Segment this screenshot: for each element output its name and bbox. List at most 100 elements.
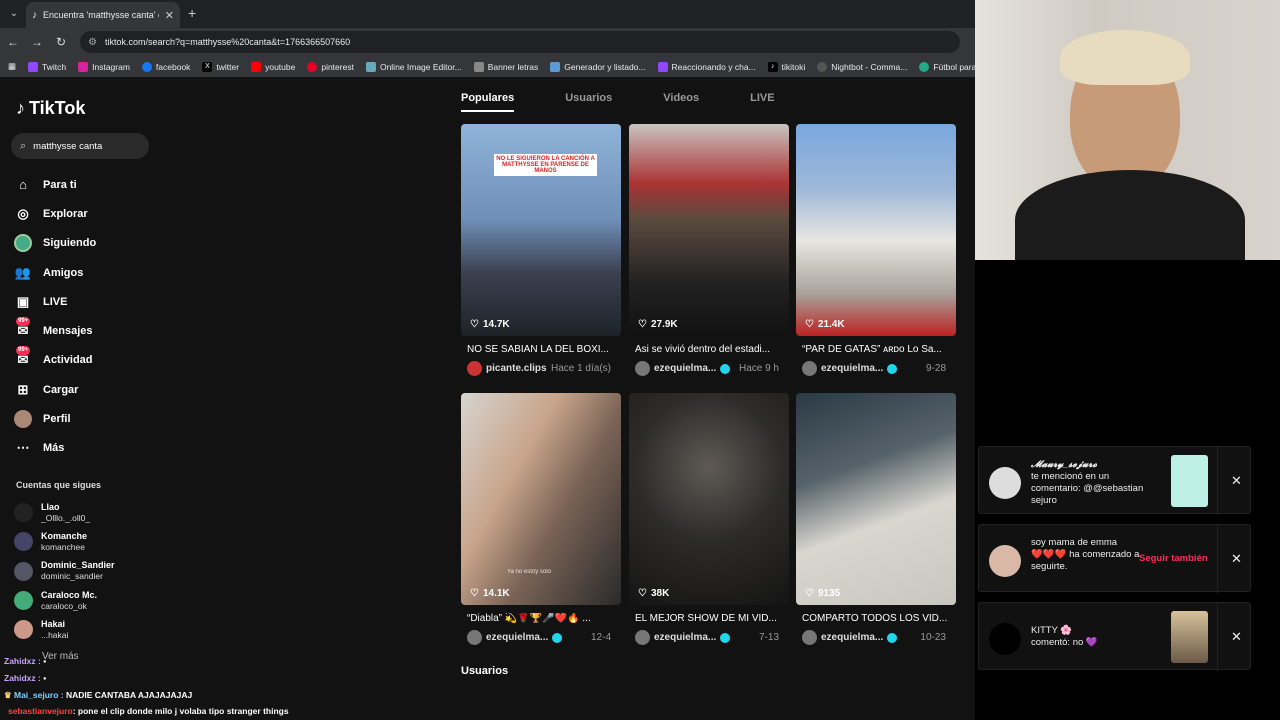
close-icon[interactable]: ✕ — [1231, 473, 1242, 489]
video-thumbnail[interactable]: ♡ 21.4K — [796, 124, 956, 336]
following-item[interactable]: Hakai ...hakai — [14, 615, 115, 644]
following-item[interactable]: Caraloco Mc. caraloco_ok — [14, 586, 115, 615]
sidebar-item-live[interactable]: ▣ LIVE — [14, 287, 96, 316]
avatar — [467, 630, 482, 645]
video-card[interactable]: ♡ 38K EL MEJOR SHOW DE MI VID... ezequiel… — [629, 393, 789, 645]
sidebar-item-para-ti[interactable]: ⌂ Para ti — [14, 170, 96, 199]
emote-icon: ▪ — [43, 673, 47, 683]
browser-tab[interactable]: ♪ Encuentra 'matthysse canta' en ✕ — [26, 2, 180, 28]
bookmark-youtube[interactable]: youtube — [251, 61, 295, 72]
facebook-icon — [141, 61, 152, 72]
video-title: COMPARTO TODOS LOS VID... — [802, 613, 948, 624]
futbol-icon — [919, 61, 930, 72]
avatar — [14, 561, 33, 581]
notification-thumbnail[interactable] — [1171, 455, 1208, 507]
sidebar-item-explorar[interactable]: ◎ Explorar — [14, 199, 96, 228]
bookmark-twitter[interactable]: Xtwitter — [202, 61, 239, 72]
twitch-icon — [657, 61, 668, 72]
video-card[interactable]: ♡ 21.4K “PAR DE GATAS” ᴀʀᴅᴏ Lo Sa... ezeq… — [796, 124, 956, 376]
forward-icon[interactable]: → — [26, 35, 48, 49]
bookmark-futbol[interactable]: Fútbol para Todos — [919, 61, 975, 72]
follow-back-button[interactable]: Seguir también — [1139, 553, 1208, 564]
video-card[interactable]: Ya no estoy solo ♡ 14.1K “Diabla” 💫🌹🏆🎤❤️🔥… — [461, 393, 621, 645]
heart-icon: ♡ — [470, 588, 479, 599]
username[interactable]: ezequielma... — [654, 363, 716, 374]
video-thumbnail[interactable]: ♡ 9135 — [796, 393, 956, 605]
profile-icon — [14, 410, 32, 429]
video-thumbnail[interactable]: ♡ 38K — [629, 393, 789, 605]
bookmark-tikitoki[interactable]: ♪ tikitoki — [767, 61, 805, 72]
video-card[interactable]: NO LE SIGUIERON LA CANCIÓN A MATTHYSSE E… — [461, 124, 621, 376]
bookmark-banner-letras[interactable]: Banner letras — [473, 61, 538, 72]
search-input[interactable]: ⌕ matthysse canta — [11, 133, 149, 159]
bookmark-pinterest[interactable]: pinterest — [307, 61, 354, 72]
video-card[interactable]: ♡ 27.9K Asi se vivió dentro del estadi...… — [629, 124, 789, 376]
video-thumbnail[interactable]: Ya no estoy solo ♡ 14.1K — [461, 393, 621, 605]
activity-icon: ✉ 99+ — [16, 346, 31, 368]
notification-thumbnail[interactable] — [1171, 611, 1208, 663]
avatar — [989, 545, 1021, 577]
following-list: Llao _Olllo._.oll0_ Komanche komanchee Dom… — [14, 498, 115, 644]
video-card[interactable]: ♡ 9135 COMPARTO TODOS LOS VID... ezequiel… — [796, 393, 956, 645]
video-thumbnail[interactable]: NO LE SIGUIERON LA CANCIÓN A MATTHYSSE E… — [461, 124, 621, 336]
username[interactable]: ezequielma... — [821, 632, 883, 643]
notification-card[interactable]: 𝓜𝓪𝓾𝓻𝔂_𝓼𝓮𝓳𝓾𝓻𝓸 te mencionó en un comentario… — [978, 446, 1251, 515]
video-title: EL MEJOR SHOW DE MI VID... — [635, 613, 777, 624]
messages-icon: ✉ 99+ — [16, 317, 31, 339]
url-text: tiktok.com/search?q=matthysse%20canta&t=… — [104, 37, 351, 47]
bookmark-facebook[interactable]: facebook — [141, 61, 190, 72]
close-icon[interactable]: ✕ — [1231, 629, 1242, 645]
verified-badge-icon — [552, 632, 563, 643]
back-icon[interactable]: ← — [2, 35, 24, 49]
bookmark-twitch[interactable]: Twitch — [28, 61, 66, 72]
heart-icon: ♡ — [638, 319, 647, 330]
sidebar-item-actividad[interactable]: ✉ 99+ Actividad — [14, 346, 96, 375]
address-bar[interactable]: ⚙ tiktok.com/search?q=matthysse%20canta&… — [80, 31, 960, 53]
bookmark-instagram[interactable]: Instagram — [78, 61, 130, 72]
sidebar-item-mensajes[interactable]: ✉ 99+ Mensajes — [14, 316, 96, 345]
sidebar-item-cargar[interactable]: ⊞ Cargar — [14, 375, 96, 404]
bookmark-online-image-editor[interactable]: Online Image Editor... — [365, 61, 462, 72]
username[interactable]: ezequielma... — [654, 632, 716, 643]
tab-live[interactable]: LIVE — [750, 92, 774, 112]
tab-title: Encuentra 'matthysse canta' en — [43, 10, 159, 20]
notification-name: KITTY 🌸 — [1031, 625, 1073, 636]
live-icon: ▣ — [16, 293, 30, 309]
site-info-icon[interactable]: ⚙ — [88, 37, 97, 48]
person-shirt — [1015, 170, 1245, 260]
video-overlay-caption: Ya no estoy solo — [507, 569, 551, 575]
avatar — [635, 630, 650, 645]
avatar — [14, 591, 33, 611]
sidebar-item-mas[interactable]: ⋯ Más — [14, 434, 96, 463]
tab-search-icon[interactable]: ⌄ — [6, 6, 22, 22]
sidebar-item-perfil[interactable]: Perfil — [14, 404, 96, 433]
close-icon[interactable]: ✕ — [1231, 551, 1242, 567]
notification-card[interactable]: KITTY 🌸 comentó: no 💜 ✕ — [978, 602, 1251, 671]
reload-icon[interactable]: ↻ — [50, 35, 72, 49]
see-more-link[interactable]: Ver más — [42, 651, 79, 662]
close-tab-icon[interactable]: ✕ — [165, 9, 174, 22]
video-thumbnail[interactable]: ♡ 27.9K — [629, 124, 789, 336]
bookmark-reaccionando[interactable]: Reaccionando y cha... — [657, 61, 756, 72]
tab-populares[interactable]: Populares — [461, 92, 515, 112]
username[interactable]: ezequielma... — [486, 632, 548, 643]
tab-usuarios[interactable]: Usuarios — [565, 92, 612, 112]
youtube-icon — [251, 61, 262, 72]
bookmark-generador[interactable]: Generador y listado... — [550, 61, 646, 72]
sidebar-item-amigos[interactable]: 👥 Amigos — [14, 258, 96, 287]
like-count: ♡ 14.7K — [470, 319, 510, 330]
sidebar-item-siguiendo[interactable]: Siguiendo — [14, 229, 96, 258]
following-item[interactable]: Dominic_Sandier dominic_sandier — [14, 557, 115, 586]
username[interactable]: picante.clips — [486, 363, 547, 374]
new-tab-icon[interactable]: + — [188, 5, 196, 21]
video-date: Hace 1 día(s) — [550, 363, 611, 374]
tiktok-logo[interactable]: ♪ TikTok — [16, 98, 85, 119]
following-item[interactable]: Komanche komanchee — [14, 527, 115, 556]
apps-grid-icon[interactable]: ▦ — [8, 61, 16, 72]
tab-videos[interactable]: Videos — [663, 92, 699, 112]
notification-name: 𝓜𝓪𝓾𝓻𝔂_𝓼𝓮𝓳𝓾𝓻𝓸 — [1031, 459, 1097, 470]
notification-card[interactable]: soy mama de emma ❤️❤️❤️ ha comenzado a se… — [978, 524, 1251, 593]
following-item[interactable]: Llao _Olllo._.oll0_ — [14, 498, 115, 527]
bookmark-nightbot[interactable]: Nightbot - Comma... — [817, 61, 907, 72]
username[interactable]: ezequielma... — [821, 363, 883, 374]
